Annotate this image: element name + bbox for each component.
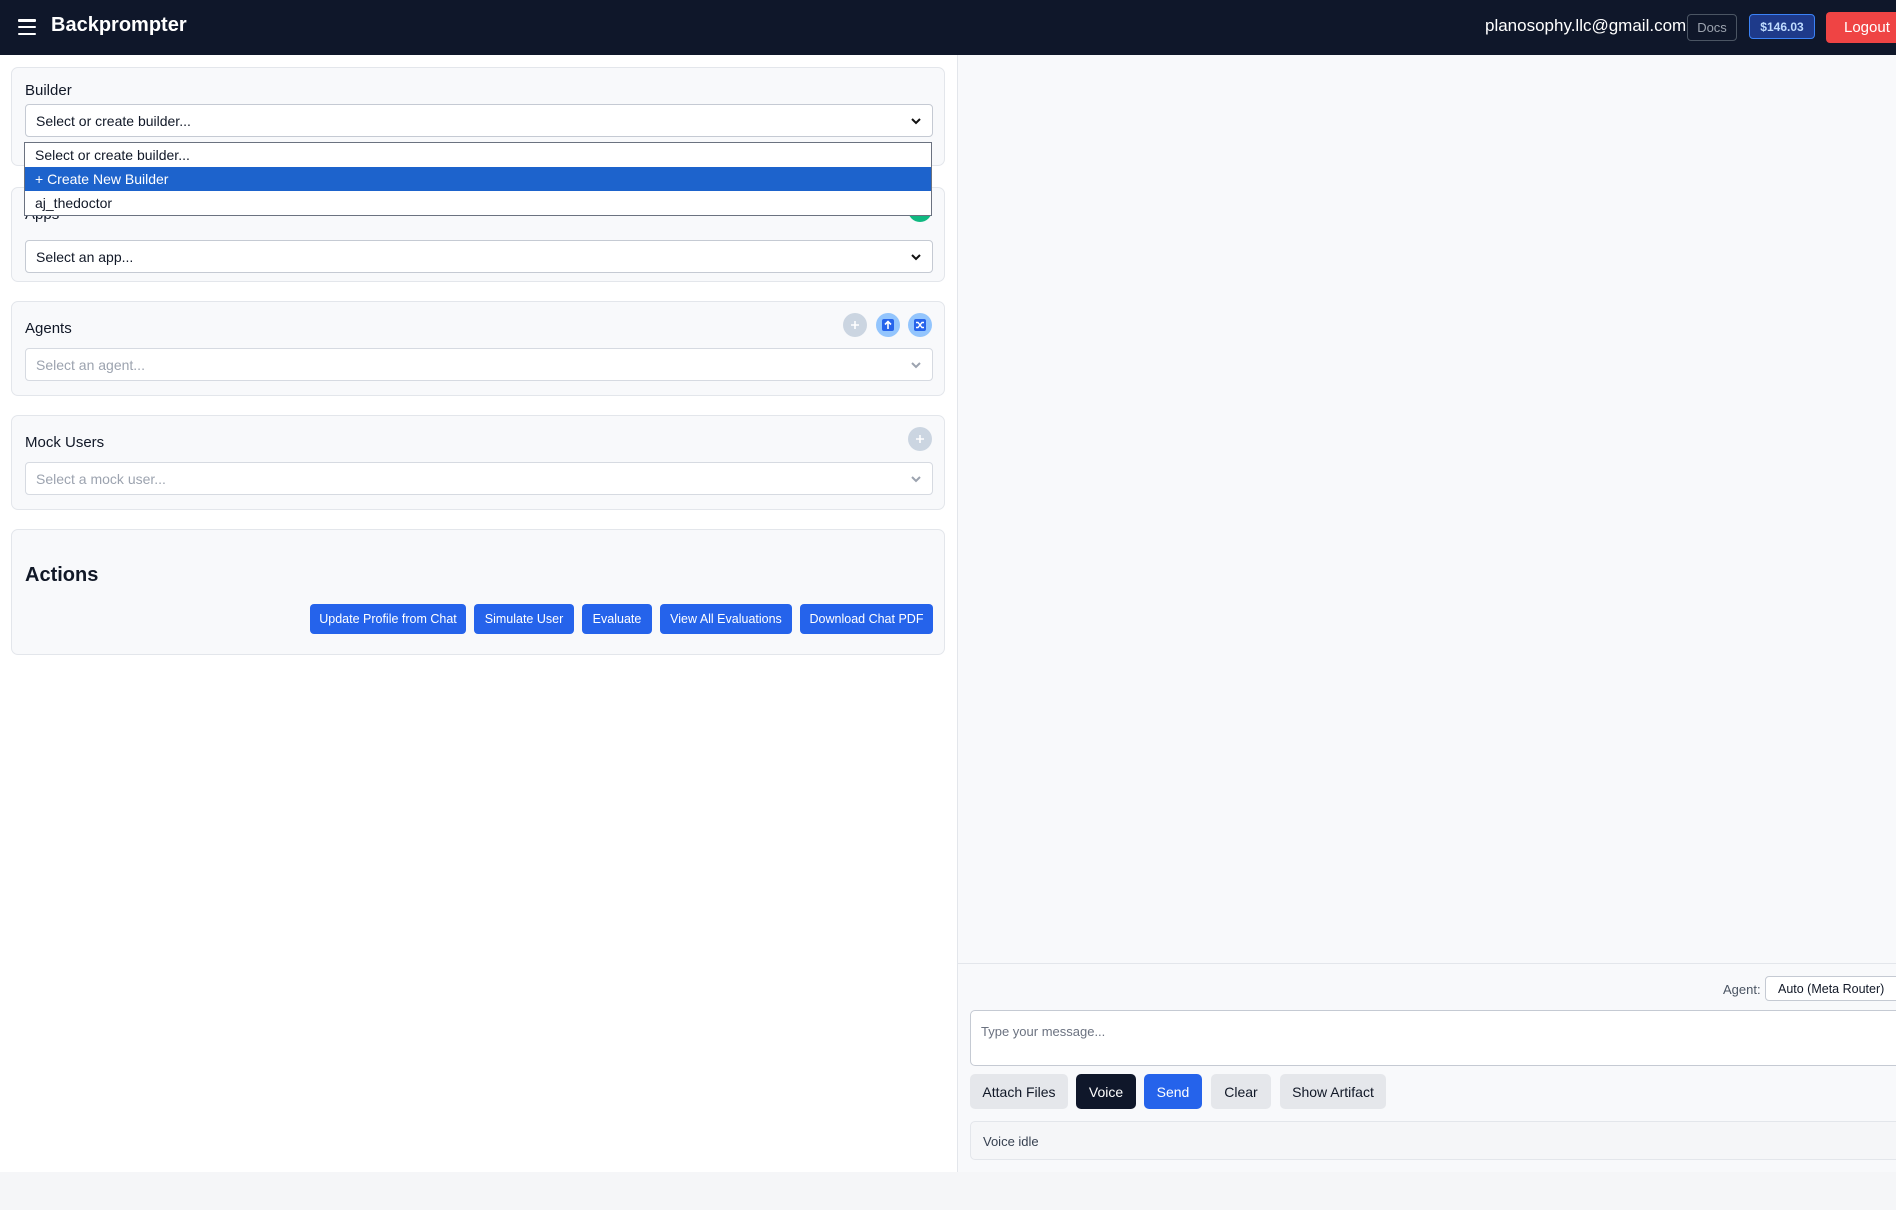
show-artifact-button[interactable]: Show Artifact <box>1280 1074 1386 1109</box>
agents-title: Agents <box>25 320 72 337</box>
chat-panel: Agent: Auto (Meta Router) Type your mess… <box>957 55 1896 1172</box>
builder-title: Builder <box>25 82 72 99</box>
chevron-down-icon <box>911 362 921 369</box>
balance-badge: $146.03 <box>1749 14 1815 39</box>
mock-user-select[interactable]: Select a mock user... <box>25 462 933 495</box>
actions-title: Actions <box>25 564 99 586</box>
chevron-down-icon <box>911 476 921 483</box>
voice-button[interactable]: Voice <box>1076 1074 1136 1109</box>
chevron-down-icon <box>911 118 921 125</box>
attach-files-button[interactable]: Attach Files <box>970 1074 1068 1109</box>
simulate-user-button[interactable]: Simulate User <box>474 604 574 634</box>
mock-user-select-placeholder: Select a mock user... <box>36 470 166 487</box>
voice-status: Voice idle <box>970 1121 1896 1160</box>
add-agent-icon[interactable] <box>843 313 867 337</box>
builder-select-value: Select or create builder... <box>36 112 191 129</box>
top-bar: Backprompter planosophy.llc@gmail.com Do… <box>0 0 1896 55</box>
agent-select[interactable]: Select an agent... <box>25 348 933 381</box>
docs-button[interactable]: Docs <box>1687 14 1737 41</box>
brand-title: Backprompter <box>51 14 187 36</box>
mock-users-title: Mock Users <box>25 434 105 451</box>
message-input[interactable]: Type your message... <box>970 1010 1896 1066</box>
message-placeholder: Type your message... <box>981 1024 1106 1039</box>
evaluate-button[interactable]: Evaluate <box>582 604 652 634</box>
hamburger-menu-icon[interactable] <box>18 17 36 37</box>
add-mock-user-icon[interactable] <box>908 427 932 451</box>
shuffle-agent-icon[interactable] <box>908 313 932 337</box>
update-profile-button[interactable]: Update Profile from Chat <box>310 604 466 634</box>
send-button[interactable]: Send <box>1144 1074 1202 1109</box>
divider <box>958 963 1896 964</box>
download-chat-pdf-button[interactable]: Download Chat PDF <box>800 604 933 634</box>
agent-router-select[interactable]: Auto (Meta Router) <box>1765 976 1896 1001</box>
agent-router-value: Auto (Meta Router) <box>1778 981 1885 996</box>
mock-users-card: Mock Users Select a mock user... <box>11 415 945 510</box>
agent-select-placeholder: Select an agent... <box>36 356 145 373</box>
builder-select[interactable]: Select or create builder... <box>25 104 933 137</box>
clear-button[interactable]: Clear <box>1211 1074 1271 1109</box>
app-select-value: Select an app... <box>36 248 134 265</box>
upload-agent-icon[interactable] <box>876 313 900 337</box>
dropdown-option[interactable]: aj_thedoctor <box>25 191 931 215</box>
chevron-down-icon <box>911 254 921 261</box>
logout-button[interactable]: Logout <box>1826 12 1896 43</box>
view-all-evaluations-button[interactable]: View All Evaluations <box>660 604 792 634</box>
left-panel: Builder Select or create builder... Apps… <box>0 55 957 1172</box>
agent-label: Agent: <box>1723 982 1761 997</box>
app-select[interactable]: Select an app... <box>25 240 933 273</box>
actions-card: Actions Update Profile from Chat Simulat… <box>11 529 945 655</box>
dropdown-option[interactable]: Select or create builder... <box>25 143 931 167</box>
builder-dropdown-list: Select or create builder... + Create New… <box>24 142 932 216</box>
agents-card: Agents Select an agent... <box>11 301 945 396</box>
user-email: planosophy.llc@gmail.com <box>1485 16 1687 35</box>
dropdown-option-create-builder[interactable]: + Create New Builder <box>25 167 931 191</box>
